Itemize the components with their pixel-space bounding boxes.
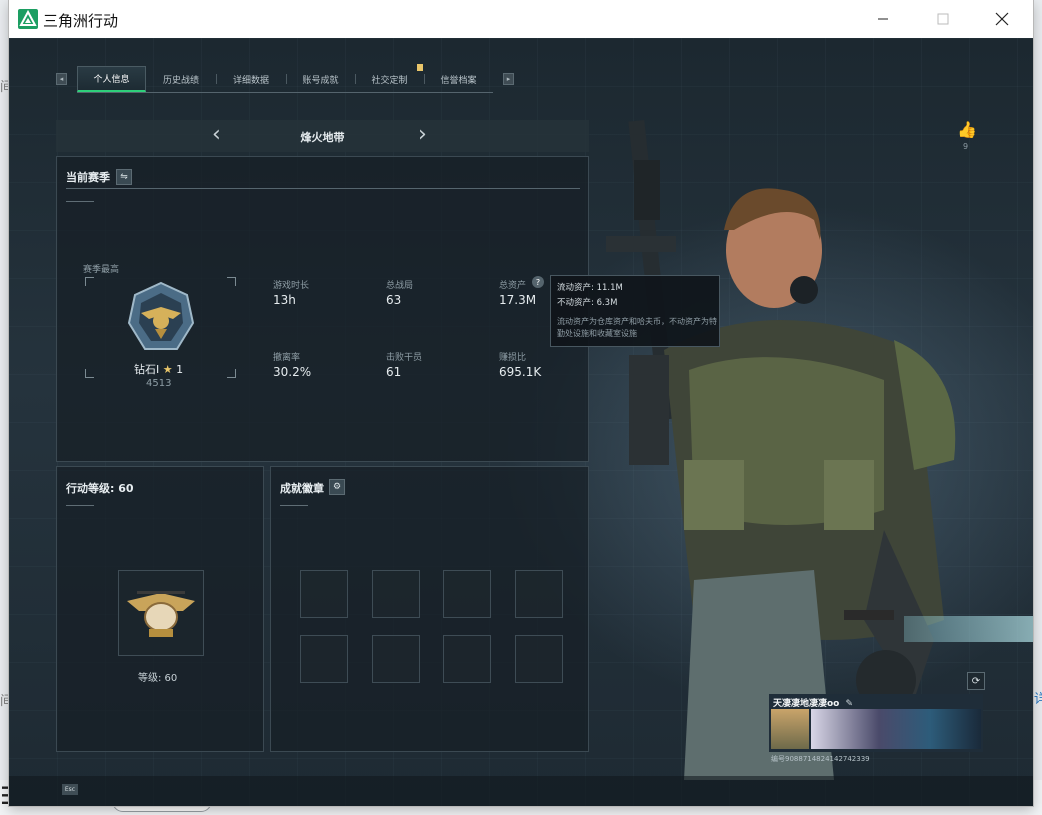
player-name-card[interactable]: 天凄凄地凄凄oo ✎ <box>769 694 983 752</box>
tab-social-customization[interactable]: 社交定制 <box>355 66 424 92</box>
achievement-slot[interactable] <box>515 635 563 683</box>
close-button[interactable] <box>979 0 1025 38</box>
thumbs-up-icon[interactable]: 👍 <box>957 120 977 139</box>
level-emblem-frame <box>118 570 204 656</box>
help-icon[interactable]: ? <box>532 276 544 288</box>
achievement-slot[interactable] <box>372 635 420 683</box>
chevron-right-icon[interactable]: › <box>418 124 427 146</box>
light-strip-decor <box>904 616 1033 642</box>
asset-tooltip: 流动资产: 11.1M 不动资产: 6.3M 流动资产为仓库资产和哈夫币，不动资… <box>550 275 720 347</box>
achievements-title: 成就徽章 <box>280 482 324 495</box>
swap-icon[interactable]: ⇋ <box>116 169 132 185</box>
maximize-button[interactable] <box>920 0 966 38</box>
like-count: 9 <box>963 142 969 151</box>
player-id: 编号9088714824142742339 <box>771 755 870 763</box>
player-avatar <box>771 709 809 749</box>
stat-value-extraction-rate: 30.2% <box>273 365 312 379</box>
rank-points: 4513 <box>146 378 172 389</box>
delta-logo-icon <box>18 9 38 29</box>
stat-value-total-assets: 17.3M <box>499 293 537 307</box>
achievement-slot[interactable] <box>372 570 420 618</box>
tab-match-history[interactable]: 历史战绩 <box>146 66 216 92</box>
achievement-slot[interactable] <box>300 570 348 618</box>
rank-tier-text: 钻石I <box>134 363 160 376</box>
achievement-slot[interactable] <box>443 570 491 618</box>
title-bar: 三角洲行动 <box>9 0 1033 38</box>
map-selector: ‹ 烽火地带 › <box>56 120 589 152</box>
footer-strip <box>9 776 1033 806</box>
season-panel: 当前赛季 ⇋ 赛季最高 钻石I ★ 1 4513 游戏时长 13h 总战局 63… <box>56 156 589 462</box>
desktop-link-fragment: 详 <box>1034 692 1042 707</box>
window-title: 三角洲行动 <box>43 12 119 30</box>
tooltip-fixed-assets: 不动资产: 6.3M <box>557 298 618 308</box>
stat-value-profit-loss-ratio: 695.1K <box>499 365 542 379</box>
stat-label-play-time: 游戏时长 <box>273 281 310 291</box>
section-divider <box>66 188 580 189</box>
edit-pencil-icon[interactable]: ✎ <box>846 699 854 709</box>
rank-star-icon: ★ <box>162 363 173 376</box>
rank-name: 钻石I ★ 1 <box>134 361 183 377</box>
achievement-slot[interactable] <box>443 635 491 683</box>
main-tabs: 个人信息 历史战绩 详细数据 账号成就 社交定制 信誉档案 <box>77 66 493 93</box>
stat-label-profit-loss-ratio: 赚损比 <box>499 353 527 363</box>
map-name: 烽火地带 <box>300 131 345 144</box>
gear-icon[interactable]: ⚙ <box>329 479 345 495</box>
esc-key-hint[interactable]: Esc <box>62 784 78 795</box>
section-dash-decor <box>280 505 308 506</box>
season-best-label: 赛季最高 <box>83 265 120 275</box>
action-level-title: 行动等级: 60 <box>66 482 134 495</box>
minimize-button[interactable] <box>860 0 906 38</box>
tooltip-liquid-assets: 流动资产: 11.1M <box>557 283 623 293</box>
frame-corner-decor <box>227 277 236 286</box>
achievements-panel: 成就徽章 ⚙ <box>270 466 589 752</box>
operator-character-image <box>606 119 956 780</box>
frame-corner-decor <box>227 369 236 378</box>
tabs-prev-button[interactable]: ◂ <box>56 73 67 85</box>
diamond-rank-emblem-icon <box>127 281 195 350</box>
tab-personal-info[interactable]: 个人信息 <box>77 66 146 92</box>
game-viewport: ◂ 个人信息 历史战绩 详细数据 账号成就 社交定制 信誉档案 ▸ ‹ 烽火地带… <box>9 38 1033 806</box>
player-name-text: 天凄凄地凄凄oo <box>773 699 840 709</box>
stat-label-total-assets: 总资产 <box>499 281 527 291</box>
stat-value-operators-defeated: 61 <box>386 365 402 379</box>
refresh-icon[interactable]: ⟳ <box>967 672 985 690</box>
player-name: 天凄凄地凄凄oo ✎ <box>773 696 853 709</box>
helicopter-level-emblem-icon <box>127 591 195 637</box>
frame-corner-decor <box>85 369 94 378</box>
stat-value-play-time: 13h <box>273 293 296 307</box>
game-window: 三角洲行动 ◂ 个人信息 历史战绩 详细数据 账号成就 社交定制 信誉档案 ▸ … <box>9 0 1033 806</box>
stat-label-total-matches: 总战局 <box>386 281 414 291</box>
tab-detailed-data[interactable]: 详细数据 <box>216 66 286 92</box>
tooltip-note: 流动资产为仓库资产和哈夫币，不动资产为特勤处设施和收藏室设施 <box>557 317 717 338</box>
achievement-slot[interactable] <box>300 635 348 683</box>
tab-notification-marker <box>417 64 423 71</box>
section-dash-decor <box>66 201 94 202</box>
tab-credit-record[interactable]: 信誉档案 <box>424 66 493 92</box>
rank-star-count: 1 <box>176 363 184 376</box>
tab-account-achievements[interactable]: 账号成就 <box>286 66 355 92</box>
section-dash-decor <box>66 505 94 506</box>
frame-corner-decor <box>85 277 94 286</box>
stat-value-total-matches: 63 <box>386 293 402 307</box>
action-level-panel: 行动等级: 60 等级: 60 <box>56 466 264 752</box>
achievement-slot[interactable] <box>515 570 563 618</box>
level-text: 等级: 60 <box>138 673 178 684</box>
section-title-current-season: 当前赛季 <box>66 171 110 184</box>
stat-label-extraction-rate: 撤离率 <box>273 353 301 363</box>
card-banner-image <box>811 709 981 749</box>
tabs-next-button[interactable]: ▸ <box>503 73 514 85</box>
stat-label-operators-defeated: 击败干员 <box>386 353 423 363</box>
